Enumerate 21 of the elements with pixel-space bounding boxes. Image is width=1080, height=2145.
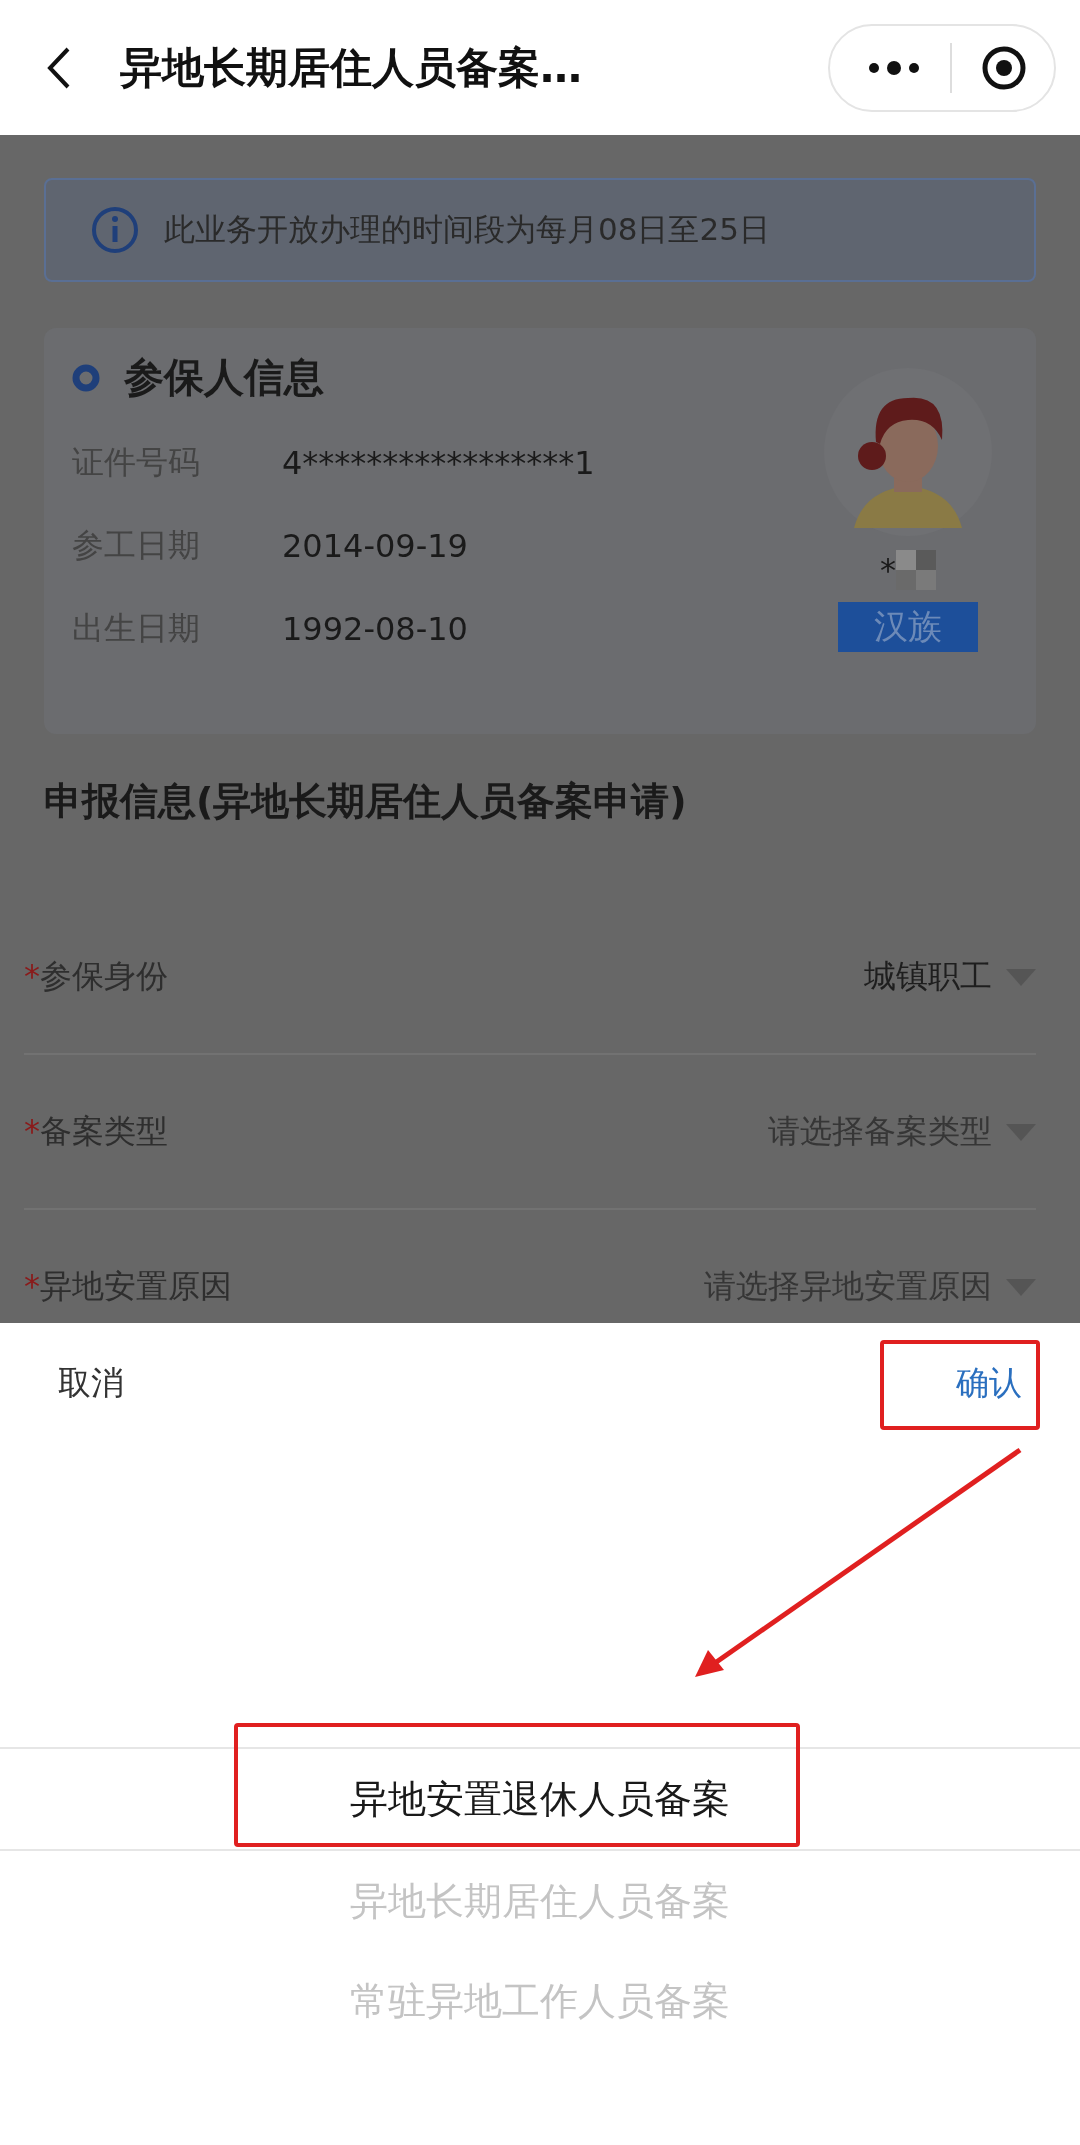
picker-option[interactable]: 异地长期居住人员备案 [0, 1851, 1080, 1951]
section-title: 申报信息(异地长期居住人员备案申请) [44, 778, 688, 825]
person-name: * [880, 551, 896, 589]
notice-text: 此业务开放办理的时间段为每月08日至25日 [164, 210, 770, 249]
cancel-button[interactable]: 取消 [40, 1350, 142, 1416]
info-icon [90, 205, 140, 255]
form-label: *备案类型 [24, 1110, 168, 1152]
select-field[interactable]: 城镇职工 [864, 954, 1036, 999]
page-title: 异地长期居住人员备案… [120, 41, 583, 94]
card-title: 参保人信息 [124, 353, 324, 402]
form-label: *参保身份 [24, 955, 168, 997]
field-value: 1992-08-10 [282, 609, 468, 648]
form-label: *异地安置原因 [24, 1265, 232, 1307]
ethnicity-tag: 汉族 [838, 602, 978, 652]
bullet-icon [72, 363, 100, 392]
picker-option[interactable]: 异地安置退休人员备案 [0, 1747, 1080, 1851]
mosaic-blur [896, 550, 936, 590]
field-value: 4*****************1 [282, 443, 595, 482]
picker-option[interactable]: 常驻异地工作人员备案 [0, 1951, 1080, 2051]
confirm-button[interactable]: 确认 [938, 1350, 1040, 1416]
field-value: 2014-09-19 [282, 526, 468, 565]
